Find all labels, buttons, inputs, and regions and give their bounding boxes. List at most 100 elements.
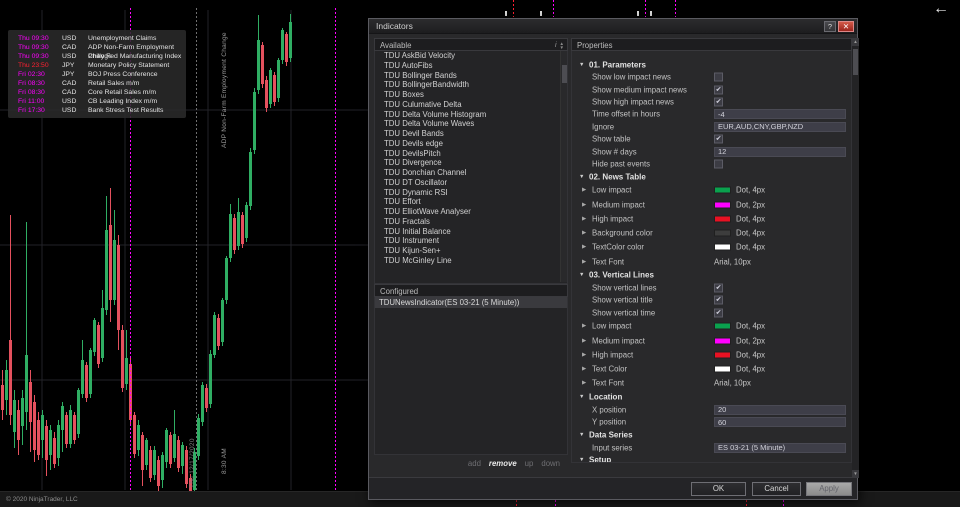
checkbox[interactable]: ✔ [714,85,723,94]
news-time: Fri 02:30 [18,70,62,79]
indicator-list-item[interactable]: TDU Devils edge [375,139,567,149]
indicator-list-item[interactable]: TDU Divergence [375,158,567,168]
section-header[interactable]: ▼Location [572,391,851,404]
section-header[interactable]: ▼01. Parameters [572,58,851,71]
up-button[interactable]: up [525,459,534,468]
news-event: Monetary Policy Statement [88,61,186,70]
property-row: Show vertical lines✔ [572,282,851,294]
expand-icon[interactable]: ▶ [582,202,586,208]
indicator-list-item[interactable]: TDU AutoFibs [375,61,567,71]
indicator-list-item[interactable]: TDU Delta Volume Histogram [375,110,567,120]
font-value[interactable]: Arial, 10px [714,257,751,266]
close-icon[interactable]: ✕ [838,21,854,32]
cancel-button[interactable]: Cancel [752,482,801,496]
expand-icon[interactable]: ▶ [582,216,586,222]
indicator-list-item[interactable]: TDU DT Oscillator [375,178,567,188]
checkbox[interactable]: ✔ [714,308,723,317]
checkbox[interactable] [714,159,723,168]
news-event: CB Leading Index m/m [88,97,186,106]
checkbox[interactable]: ✔ [714,97,723,106]
indicator-list-item[interactable]: TDU Dynamic RSI [375,188,567,198]
indicator-list-item[interactable]: TDU Donchian Channel [375,168,567,178]
section-header[interactable]: ▼02. News Table [572,170,851,183]
configured-item-selected[interactable]: TDUNewsIndicator(ES 03-21 (5 Minute)) [375,297,567,308]
text-input[interactable] [714,147,846,157]
indicator-list-item[interactable]: TDU Effort [375,197,567,207]
down-button[interactable]: down [541,459,560,468]
checkbox[interactable]: ✔ [714,296,723,305]
available-scrollbar[interactable] [560,51,567,282]
checkbox[interactable]: ✔ [714,135,723,144]
indicator-list-item[interactable]: TDU Devil Bands [375,129,567,139]
property-row: Show medium impact news✔ [572,83,851,95]
section-collapse-icon[interactable]: ▼ [579,272,584,278]
checkbox[interactable] [714,73,723,82]
property-label: Show # days [592,147,637,156]
section-collapse-icon[interactable]: ▼ [579,174,584,180]
properties-scrollbar[interactable]: ▲ ▼ [852,38,859,478]
color-swatch[interactable] [714,337,731,344]
section-collapse-icon[interactable]: ▼ [579,457,584,463]
text-input[interactable] [714,122,846,132]
text-input[interactable] [714,417,846,427]
text-input[interactable] [714,109,846,119]
indicator-list-item[interactable]: TDU Culumative Delta [375,100,567,110]
ok-button[interactable]: OK [691,482,746,496]
help-icon[interactable]: ? [824,21,836,32]
indicator-list-item[interactable]: TDU DevilsPitch [375,149,567,159]
expand-icon[interactable]: ▶ [582,187,586,193]
indicator-list-item[interactable]: TDU BollingerBandwidth [375,80,567,90]
scroll-spinner-icon[interactable]: ▲▼ [560,42,564,50]
scroll-up-icon[interactable]: ▲ [852,38,859,46]
apply-button[interactable]: Apply [806,482,852,496]
color-swatch[interactable] [714,323,731,330]
property-label: Y position [592,418,626,427]
expand-icon[interactable]: ▶ [582,323,586,329]
indicator-list-item[interactable]: TDU McGinley Line [375,256,567,266]
expand-icon[interactable]: ▶ [582,259,586,265]
section-collapse-icon[interactable]: ▼ [579,62,584,68]
indicator-list-item[interactable]: TDU Initial Balance [375,227,567,237]
indicator-list-item[interactable]: TDU AskBid Velocity [375,51,567,61]
news-line-mini-label [540,11,542,16]
expand-icon[interactable]: ▶ [582,380,586,386]
add-button[interactable]: add [468,459,481,468]
indicator-list-item[interactable]: TDU Fractals [375,217,567,227]
color-swatch[interactable] [714,366,731,373]
scrollbar-thumb[interactable] [562,65,567,83]
color-swatch[interactable] [714,244,731,251]
remove-button[interactable]: remove [489,459,517,468]
text-input[interactable] [714,443,846,453]
expand-icon[interactable]: ▶ [582,244,586,250]
section-header[interactable]: ▼ 03. Vertical Lines [572,269,851,282]
color-swatch[interactable] [714,230,731,237]
color-swatch[interactable] [714,215,731,222]
section-title: 03. Vertical Lines [589,271,654,280]
color-swatch[interactable] [714,201,731,208]
dialog-titlebar[interactable]: Indicators ? ✕ [369,19,857,34]
indicator-list-item[interactable]: TDU Instrument [375,236,567,246]
indicator-list-item[interactable]: TDU Delta Volume Waves [375,119,567,129]
expand-icon[interactable]: ▶ [582,366,586,372]
section-collapse-icon[interactable]: ▼ [579,394,584,400]
indicator-list-item[interactable]: TDU Boxes [375,90,567,100]
scrollbar-thumb[interactable] [853,49,858,75]
swatch-value: Dot, 4px [736,243,765,252]
checkbox[interactable]: ✔ [714,284,723,293]
property-row: Y position [572,416,851,428]
section-header[interactable]: ▼Setup [572,454,851,463]
color-swatch[interactable] [714,351,731,358]
indicator-list-item[interactable]: TDU Bollinger Bands [375,71,567,81]
property-row: Time offset in hours [572,108,851,120]
section-collapse-icon[interactable]: ▼ [579,432,584,438]
back-arrow-icon[interactable]: ← [933,0,949,18]
indicator-list-item[interactable]: TDU ElliotWave Analyser [375,207,567,217]
font-value[interactable]: Arial, 10px [714,379,751,388]
color-swatch[interactable] [714,187,731,194]
text-input[interactable] [714,405,846,415]
section-header[interactable]: ▼Data Series [572,428,851,441]
expand-icon[interactable]: ▶ [582,338,586,344]
indicator-list-item[interactable]: TDU Kijun-Sen+ [375,246,567,256]
expand-icon[interactable]: ▶ [582,230,586,236]
expand-icon[interactable]: ▶ [582,352,586,358]
